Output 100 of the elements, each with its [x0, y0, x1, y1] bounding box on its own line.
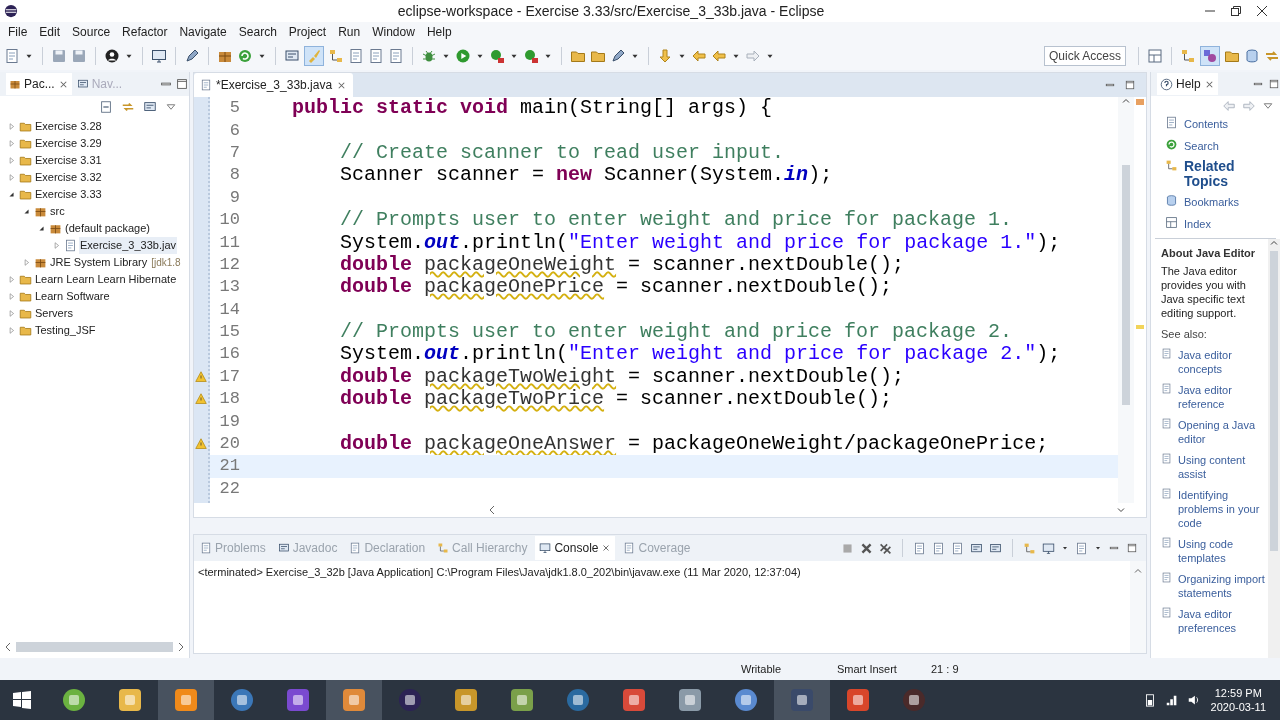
document-icon[interactable]: [1075, 541, 1088, 555]
maximize-icon[interactable]: [1126, 542, 1138, 554]
hierarchy-icon[interactable]: [328, 48, 344, 64]
tree-item[interactable]: JRE System Library: [49, 254, 149, 271]
menu-item[interactable]: Project: [282, 23, 333, 41]
menu-item[interactable]: Run: [332, 23, 367, 41]
menu-item[interactable]: File: [2, 23, 34, 41]
document-icon[interactable]: [951, 541, 964, 555]
scroll-up-icon[interactable]: [1270, 239, 1278, 247]
app-icon[interactable]: [845, 687, 871, 713]
app-icon[interactable]: [509, 687, 535, 713]
package-icon[interactable]: [9, 78, 21, 90]
dropdown-caret-icon[interactable]: [1094, 544, 1102, 552]
monitor-icon[interactable]: [151, 48, 167, 64]
app-icon[interactable]: [341, 687, 367, 713]
app-icon[interactable]: [173, 687, 199, 713]
app-icon[interactable]: [453, 687, 479, 713]
monitor-icon[interactable]: [1042, 541, 1055, 555]
menu-item[interactable]: Window: [366, 23, 421, 41]
document-icon[interactable]: [388, 48, 404, 64]
help-link[interactable]: Identifying problems in your code: [1178, 488, 1268, 530]
view-menu-icon[interactable]: [1262, 100, 1274, 112]
help-link[interactable]: Related Topics: [1184, 159, 1276, 189]
tree-item[interactable]: Servers: [34, 305, 74, 322]
volume-icon[interactable]: [1186, 693, 1201, 707]
hierarchy-icon[interactable]: [1023, 541, 1036, 555]
tree-item[interactable]: Exercise 3.31: [34, 152, 103, 169]
menu-item[interactable]: Search: [232, 23, 283, 41]
tree-item[interactable]: (default package): [64, 220, 151, 237]
dropdown-caret-icon[interactable]: [1061, 544, 1069, 552]
document-icon[interactable]: [4, 48, 20, 64]
run-external-icon[interactable]: [489, 48, 505, 64]
maximize-icon[interactable]: [1268, 78, 1280, 90]
user-icon[interactable]: [104, 48, 120, 64]
quick-access-field[interactable]: Quick Access: [1043, 46, 1126, 66]
clock-time[interactable]: 12:59 PM: [1214, 686, 1262, 700]
start-icon[interactable]: [12, 690, 32, 710]
help-link[interactable]: Java editor preferences: [1178, 607, 1268, 635]
view-tab[interactable]: Pac...: [6, 73, 72, 95]
console-view-icon[interactable]: [989, 541, 1002, 555]
hierarchy-icon[interactable]: [1180, 48, 1196, 64]
console-view-icon[interactable]: [76, 78, 89, 90]
document-icon[interactable]: [913, 541, 926, 555]
restore-icon[interactable]: [1230, 5, 1242, 17]
help-link[interactable]: Search: [1184, 137, 1219, 154]
help-tab[interactable]: Help: [1157, 73, 1218, 95]
view-menu-icon[interactable]: [165, 101, 177, 113]
view-tab[interactable]: Console: [535, 536, 616, 560]
network-icon[interactable]: [1164, 693, 1179, 707]
tree-item[interactable]: Testing_JSF: [34, 322, 97, 339]
run-external-icon[interactable]: [523, 48, 539, 64]
menu-item[interactable]: Edit: [33, 23, 67, 41]
help-link[interactable]: Index: [1184, 215, 1211, 232]
console-view-icon[interactable]: [143, 100, 157, 114]
menu-item[interactable]: Navigate: [173, 23, 233, 41]
warning-icon[interactable]: [195, 370, 207, 383]
vertical-scrollbar[interactable]: [1122, 165, 1130, 405]
help-link[interactable]: Using code templates: [1178, 537, 1268, 565]
remove-icon[interactable]: [860, 541, 873, 555]
editor-tab[interactable]: *Exercise_3_33b.java: [194, 73, 354, 97]
document-icon[interactable]: [368, 48, 384, 64]
overview-marker[interactable]: [1136, 325, 1144, 329]
document-icon[interactable]: [932, 541, 945, 555]
help-link[interactable]: Contents: [1184, 116, 1229, 133]
app-icon[interactable]: [117, 687, 143, 713]
scroll-left-icon[interactable]: [4, 642, 12, 652]
scroll-down-icon[interactable]: [1116, 506, 1126, 514]
collapse-all-icon[interactable]: [99, 100, 113, 114]
app-icon[interactable]: [621, 687, 647, 713]
save-icon[interactable]: [71, 48, 87, 64]
vertical-scrollbar[interactable]: [1270, 251, 1278, 551]
database-icon[interactable]: [1244, 48, 1260, 64]
clock-date[interactable]: 2020-03-11: [1210, 700, 1266, 714]
run-icon[interactable]: [455, 48, 471, 64]
console-view-icon[interactable]: [970, 541, 983, 555]
save-icon[interactable]: [51, 48, 67, 64]
maximize-icon[interactable]: [175, 77, 189, 91]
document-icon[interactable]: [348, 48, 364, 64]
tree-item[interactable]: Exercise 3.33: [34, 186, 103, 203]
perspective-icon[interactable]: [1202, 48, 1218, 64]
help-link[interactable]: Using content assist: [1178, 453, 1268, 481]
pencil-icon[interactable]: [610, 48, 626, 64]
tree-item[interactable]: Exercise 3.32: [34, 169, 103, 186]
app-icon[interactable]: [285, 687, 311, 713]
scroll-up-icon[interactable]: [1121, 97, 1131, 105]
help-link[interactable]: Java editor concepts: [1178, 348, 1268, 376]
help-link[interactable]: Bookmarks: [1184, 194, 1240, 211]
scroll-left-icon[interactable]: [488, 505, 496, 515]
link-icon[interactable]: [121, 100, 135, 114]
app-icon[interactable]: [677, 687, 703, 713]
warning-icon[interactable]: [195, 438, 207, 451]
help-link[interactable]: Opening a Java editor: [1178, 418, 1268, 446]
help-link[interactable]: Java editor reference: [1178, 383, 1268, 411]
menu-item[interactable]: Help: [420, 23, 458, 41]
bug-icon[interactable]: [421, 48, 437, 64]
menu-item[interactable]: Source: [66, 23, 117, 41]
layout-icon[interactable]: [1147, 48, 1163, 64]
tree-item[interactable]: Exercise 3.29: [34, 135, 103, 152]
folder-icon[interactable]: [590, 48, 606, 64]
app-icon[interactable]: [789, 687, 815, 713]
